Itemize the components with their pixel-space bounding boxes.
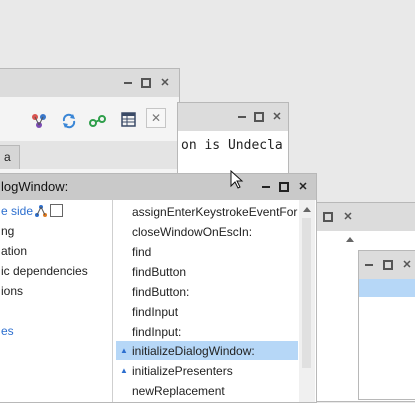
close-button[interactable]: ✕ — [298, 182, 308, 193]
link-icon[interactable] — [89, 113, 107, 129]
right-window-b: ✕ — [358, 250, 415, 400]
toolbar-close-button[interactable]: ✕ — [146, 108, 166, 128]
maximize-button[interactable] — [254, 112, 264, 122]
minimize-button[interactable] — [261, 182, 271, 192]
hierarchy-icon[interactable] — [31, 113, 47, 129]
minimize-button[interactable] — [237, 112, 247, 122]
selection-highlight — [359, 279, 415, 297]
scroll-up-button[interactable] — [345, 235, 355, 245]
toolbar: ✕ — [0, 97, 179, 141]
scrollbar[interactable] — [299, 200, 315, 402]
tab[interactable]: a — [0, 145, 20, 169]
close-button[interactable]: ✕ — [402, 260, 412, 271]
maximize-button[interactable] — [383, 260, 393, 270]
close-icon: ✕ — [150, 111, 162, 125]
minimize-button[interactable] — [123, 78, 133, 88]
right-window-a-titlebar[interactable] — [301, 203, 415, 231]
close-button[interactable]: ✕ — [160, 78, 170, 89]
scrollbar-thumb[interactable] — [302, 218, 311, 368]
list-item[interactable]: findInput — [132, 302, 178, 322]
close-button[interactable]: ✕ — [343, 212, 353, 223]
tab-label: a — [4, 150, 11, 164]
list-item[interactable]: find — [132, 242, 151, 262]
back-window-titlebar[interactable] — [0, 69, 179, 97]
front-window: logWindow: ✕ e side ng ation ic dependen… — [0, 173, 317, 403]
list-item[interactable]: findButton — [132, 262, 186, 282]
maximize-button[interactable] — [323, 212, 333, 222]
code-text: on is Undecla — [181, 138, 283, 153]
list-item[interactable]: initializePresenters — [132, 361, 233, 381]
table-icon[interactable] — [121, 112, 137, 128]
close-button[interactable]: ✕ — [272, 112, 282, 123]
list-item[interactable]: newReplacement — [132, 381, 225, 401]
tab-strip: a — [0, 141, 179, 169]
list-item[interactable]: findButton: — [132, 282, 189, 302]
window-title: logWindow: — [1, 179, 69, 194]
list-item[interactable]: findInput: — [132, 322, 181, 342]
refresh-icon[interactable] — [61, 113, 77, 129]
override-icon: ▲ — [120, 366, 128, 375]
maximize-button[interactable] — [141, 78, 151, 88]
mouse-cursor-icon — [230, 170, 244, 189]
desktop: { "window_back": { "toolbar_close_label"… — [0, 0, 415, 403]
scroll-up-button[interactable] — [302, 205, 312, 215]
method-list: assignEnterKeystrokeEventFor closeWindow… — [0, 200, 316, 402]
list-item[interactable]: assignEnterKeystrokeEventFor — [132, 202, 297, 222]
list-item[interactable]: closeWindowOnEscIn: — [132, 222, 252, 242]
override-icon: ▲ — [120, 346, 128, 355]
list-item-selected[interactable]: initializeDialogWindow: — [132, 341, 255, 361]
minimize-button[interactable] — [364, 260, 374, 270]
maximize-button[interactable] — [279, 182, 289, 192]
